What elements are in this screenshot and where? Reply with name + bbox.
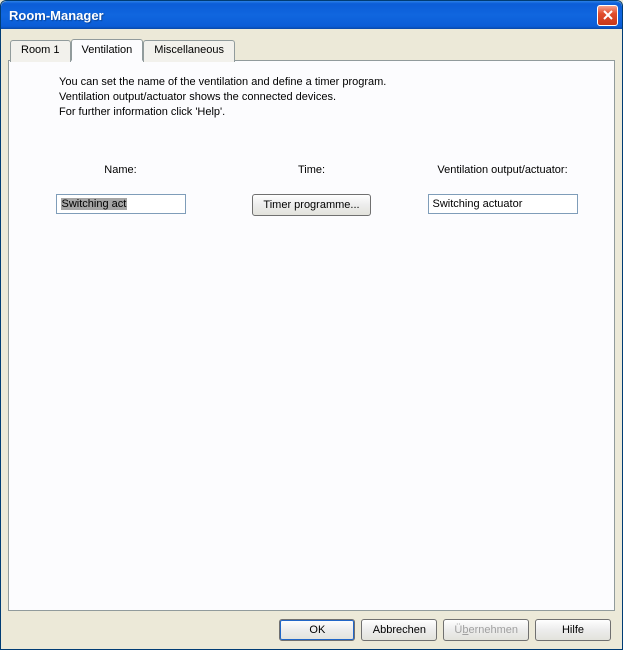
close-icon xyxy=(603,10,613,20)
dialog-footer: OK Abbrechen Übernehmen Hilfe xyxy=(8,611,615,641)
tab-row: Room 1 Ventilation Miscellaneous xyxy=(8,39,615,61)
desc-line1: You can set the name of the ventilation … xyxy=(59,75,598,90)
desc-line3: For further information click 'Help'. xyxy=(59,105,598,120)
window-root: Room-Manager Room 1 Ventilation Miscella… xyxy=(0,0,623,650)
columns-row: Name: Switching act Time: Timer programm… xyxy=(25,164,598,216)
time-label: Time: xyxy=(298,164,325,176)
name-label: Name: xyxy=(104,164,136,176)
desc-line2: Ventilation output/actuator shows the co… xyxy=(59,90,598,105)
col-time: Time: Timer programme... xyxy=(216,164,407,216)
output-display: Switching actuator xyxy=(428,194,578,214)
titlebar[interactable]: Room-Manager xyxy=(1,1,622,29)
tab-panel-ventilation: You can set the name of the ventilation … xyxy=(8,60,615,611)
client-area: Room 1 Ventilation Miscellaneous You can… xyxy=(1,29,622,649)
tab-miscellaneous[interactable]: Miscellaneous xyxy=(143,40,235,62)
col-output: Ventilation output/actuator: Switching a… xyxy=(407,164,598,216)
window-title: Room-Manager xyxy=(9,8,597,23)
tab-container: Room 1 Ventilation Miscellaneous You can… xyxy=(8,39,615,611)
ok-button[interactable]: OK xyxy=(279,619,355,641)
name-input-value: Switching act xyxy=(61,198,128,210)
close-button[interactable] xyxy=(597,5,618,26)
output-label: Ventilation output/actuator: xyxy=(437,164,567,176)
timer-programme-button[interactable]: Timer programme... xyxy=(252,194,370,216)
output-value: Switching actuator xyxy=(433,198,523,210)
description-text: You can set the name of the ventilation … xyxy=(59,75,598,120)
col-name: Name: Switching act xyxy=(25,164,216,216)
tab-ventilation[interactable]: Ventilation xyxy=(71,39,144,61)
cancel-button[interactable]: Abbrechen xyxy=(361,619,437,641)
help-button[interactable]: Hilfe xyxy=(535,619,611,641)
apply-button: Übernehmen xyxy=(443,619,529,641)
name-input[interactable]: Switching act xyxy=(56,194,186,214)
tab-room1[interactable]: Room 1 xyxy=(10,40,71,62)
